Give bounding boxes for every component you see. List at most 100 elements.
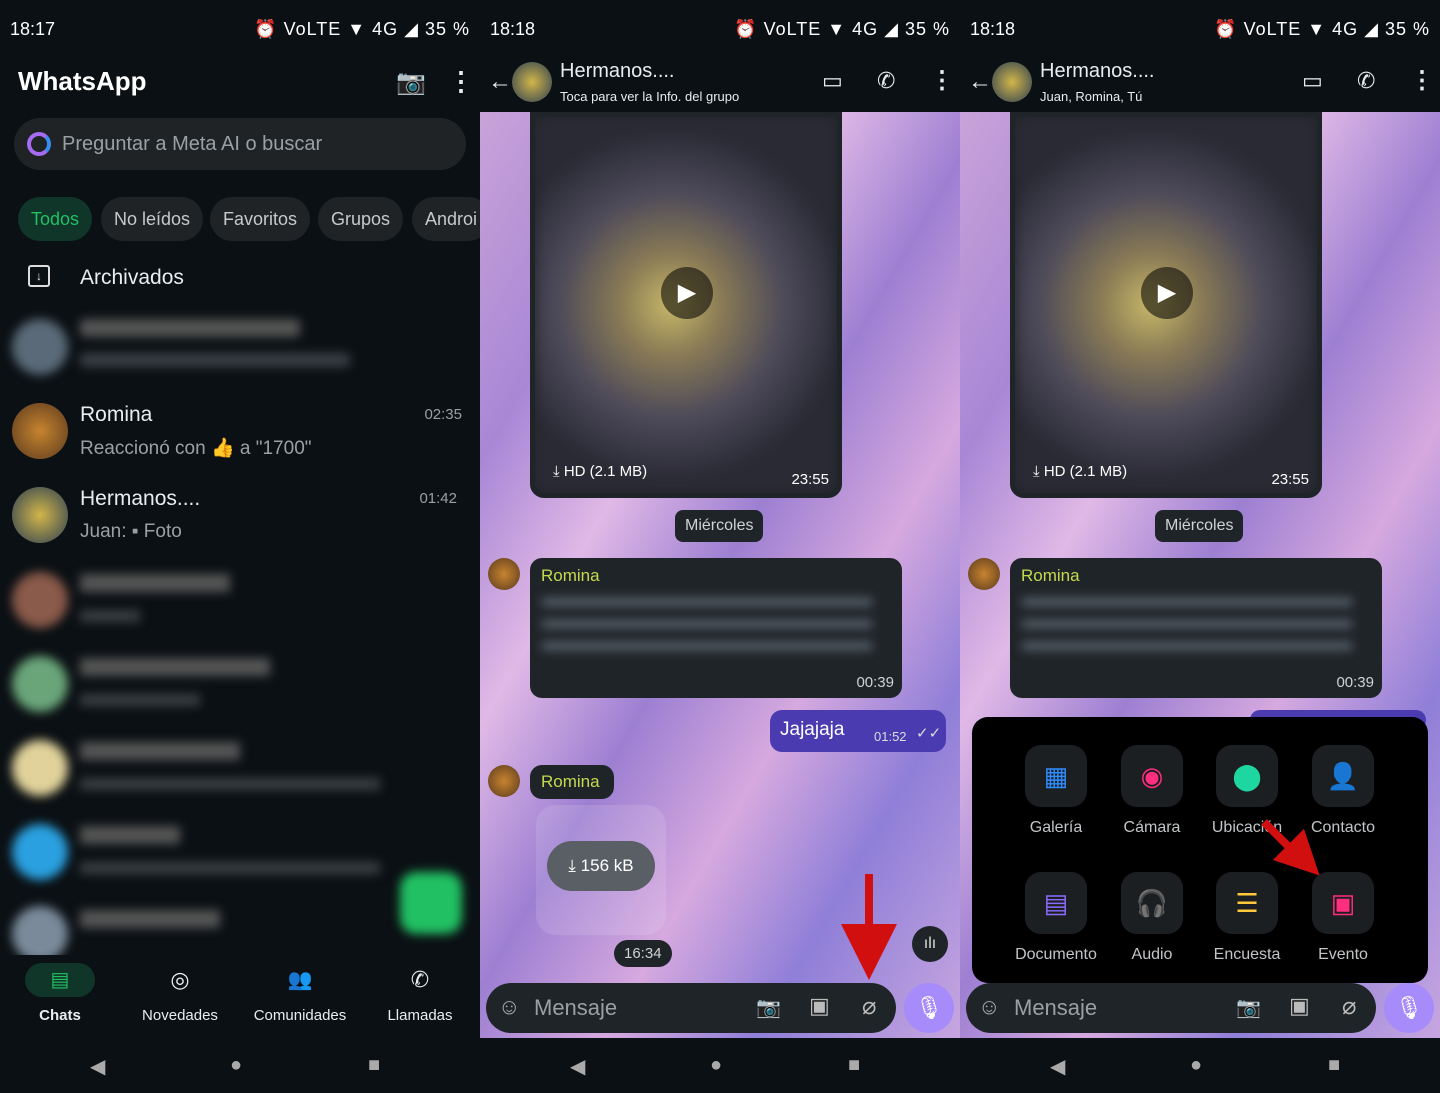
group-avatar[interactable]	[512, 62, 552, 102]
video-message[interactable]: ▶ ⤓ HD (2.1 MB) 23:55	[530, 112, 842, 498]
sticker-icon[interactable]: ☺	[978, 994, 1000, 1020]
chat-row-hermanos[interactable]: Hermanos.... 01:42 Juan: ▪ Foto	[0, 474, 475, 558]
phone-icon: ✆	[410, 967, 430, 992]
group-subtitle[interactable]: Toca para ver la Info. del grupo	[560, 89, 739, 104]
nav-llamadas[interactable]: ✆ Llamadas	[360, 963, 480, 1024]
input-placeholder: Mensaje	[534, 995, 618, 1020]
attach-audio[interactable]: 🎧 Audio	[1102, 872, 1202, 964]
attach-menu: ▦ Galería ◉ Cámara ⬤ Ubicación 👤 Contacto ▤ D…	[972, 717, 1428, 983]
nav-comunidades[interactable]: 👥 Comunidades	[240, 963, 360, 1024]
chat-row-romina[interactable]: Romina 02:35 Reaccionó con 👍 a "1700"	[0, 390, 475, 474]
filter-favoritos[interactable]: Favoritos	[210, 197, 311, 241]
download-icon[interactable]: ⤓	[553, 463, 560, 480]
download-icon[interactable]: ⤓	[568, 856, 576, 875]
attach-documento[interactable]: ▤ Documento	[1006, 872, 1106, 964]
home-icon[interactable]: ●	[1190, 1054, 1202, 1077]
sender-name: Romina	[541, 566, 600, 585]
attach-icon[interactable]: ⌀	[862, 992, 876, 1021]
download-icon[interactable]: ⤓	[1033, 463, 1040, 480]
back-arrow-icon[interactable]: ←	[488, 68, 512, 96]
chat-row-blurred[interactable]	[0, 644, 475, 728]
attach-ubicacion[interactable]: ⬤ Ubicación	[1197, 745, 1297, 837]
search-placeholder: Preguntar a Meta AI o buscar	[62, 133, 323, 155]
video-call-icon[interactable]: ▭	[822, 68, 843, 94]
back-icon[interactable]: ◀	[1050, 1054, 1065, 1079]
group-subtitle[interactable]: Juan, Romina, Tú	[1040, 89, 1142, 104]
sticker-icon[interactable]: ☺	[498, 994, 520, 1020]
gallery-icon: ▦	[1025, 745, 1087, 807]
recents-icon[interactable]: ■	[848, 1054, 860, 1077]
chat-header: ← Hermanos.... Toca para ver la Info. de…	[480, 58, 960, 112]
archive-icon: ↓	[28, 265, 50, 287]
home-icon[interactable]: ●	[710, 1054, 722, 1077]
mic-button[interactable]: 🎙	[904, 983, 954, 1033]
chat-row-blurred[interactable]	[0, 560, 475, 644]
status-bar: 18:18 ⏰ VoLTE ▼ 4G ◢ 35 %	[960, 0, 1440, 58]
filter-todos[interactable]: Todos	[18, 197, 93, 241]
status-icons: ⏰ VoLTE ▼ 4G ◢	[254, 19, 419, 39]
video-call-icon[interactable]: ▭	[1302, 68, 1323, 94]
message-time: 00:39	[856, 674, 894, 691]
message-bubble[interactable]: Romina 00:39	[1010, 558, 1382, 698]
nav-novedades[interactable]: ◎ Novedades	[120, 963, 240, 1024]
mic-button[interactable]: 🎙	[1384, 983, 1434, 1033]
camera-icon[interactable]: 📷	[396, 68, 426, 97]
system-nav: ◀ ● ■	[0, 1038, 480, 1093]
filter-no-leidos[interactable]: No leídos	[101, 197, 204, 241]
bottom-nav: ▤ Chats ◎ Novedades 👥 Comunidades ✆ Llam…	[0, 955, 480, 1038]
system-nav: ◀ ● ■	[960, 1038, 1440, 1093]
more-options-icon[interactable]: ⋮	[448, 66, 474, 97]
attach-camara[interactable]: ◉ Cámara	[1102, 745, 1202, 837]
group-name[interactable]: Hermanos....	[1040, 60, 1154, 83]
voice-transcript-icon[interactable]: ılı	[912, 926, 948, 962]
avatar[interactable]	[968, 558, 1000, 590]
attach-icon[interactable]: ⌀	[1342, 992, 1356, 1021]
avatar[interactable]	[488, 558, 520, 590]
avatar[interactable]	[488, 765, 520, 797]
group-avatar[interactable]	[992, 62, 1032, 102]
play-icon[interactable]: ▶	[1141, 267, 1193, 319]
file-message[interactable]: ⤓ 156 kB	[536, 805, 666, 935]
phone-icon[interactable]: ✆	[877, 68, 895, 94]
chat-preview: Reaccionó con 👍 a "1700"	[80, 438, 312, 459]
location-icon: ⬤	[1216, 745, 1278, 807]
archived-row[interactable]: ↓ Archivados	[0, 258, 475, 298]
recents-icon[interactable]: ■	[368, 1054, 380, 1077]
nav-label: Chats	[39, 1007, 81, 1024]
chat-name: Romina	[80, 403, 153, 426]
attach-galeria[interactable]: ▦ Galería	[1006, 745, 1106, 837]
more-options-icon[interactable]: ⋮	[1410, 66, 1434, 95]
outgoing-message[interactable]: Jajajaja 01:52 ✓✓	[770, 710, 946, 752]
chat-row-blurred[interactable]	[0, 896, 475, 962]
message-bubble[interactable]: Romina 00:39	[530, 558, 902, 698]
back-icon[interactable]: ◀	[570, 1054, 585, 1079]
home-icon[interactable]: ●	[230, 1054, 242, 1077]
chat-header: ← Hermanos.... Juan, Romina, Tú ▭ ✆ ⋮	[960, 58, 1440, 112]
video-message[interactable]: ▶ ⤓ HD (2.1 MB) 23:55	[1010, 112, 1322, 498]
play-icon[interactable]: ▶	[661, 267, 713, 319]
recents-icon[interactable]: ■	[1328, 1054, 1340, 1077]
gallery-icon[interactable]: ▣	[1289, 993, 1310, 1019]
poll-icon: ☰	[1216, 872, 1278, 934]
camera-icon[interactable]: 📷	[756, 995, 781, 1020]
nav-chats[interactable]: ▤ Chats	[0, 963, 120, 1024]
attach-contacto[interactable]: 👤 Contacto	[1293, 745, 1393, 837]
back-icon[interactable]: ◀	[90, 1054, 105, 1079]
search-input[interactable]: Preguntar a Meta AI o buscar	[14, 118, 466, 170]
avatar	[12, 487, 68, 543]
back-arrow-icon[interactable]: ←	[968, 68, 992, 96]
status-time: 18:18	[970, 19, 1016, 39]
gallery-icon[interactable]: ▣	[809, 993, 830, 1019]
filter-grupos[interactable]: Grupos	[318, 197, 404, 241]
phone-icon[interactable]: ✆	[1357, 68, 1375, 94]
message-input[interactable]: ☺ Mensaje 📷 ▣ ⌀	[966, 983, 1376, 1033]
more-options-icon[interactable]: ⋮	[930, 66, 954, 95]
calendar-icon: ▣	[1312, 872, 1374, 934]
attach-encuesta[interactable]: ☰ Encuesta	[1197, 872, 1297, 964]
filter-android[interactable]: Androi	[412, 197, 480, 241]
group-name[interactable]: Hermanos....	[560, 60, 674, 83]
message-input[interactable]: ☺ Mensaje 📷 ▣ ⌀	[486, 983, 896, 1033]
camera-icon[interactable]: 📷	[1236, 995, 1261, 1020]
chat-row-blurred[interactable]	[0, 728, 475, 812]
chat-row-blurred[interactable]	[0, 305, 475, 389]
